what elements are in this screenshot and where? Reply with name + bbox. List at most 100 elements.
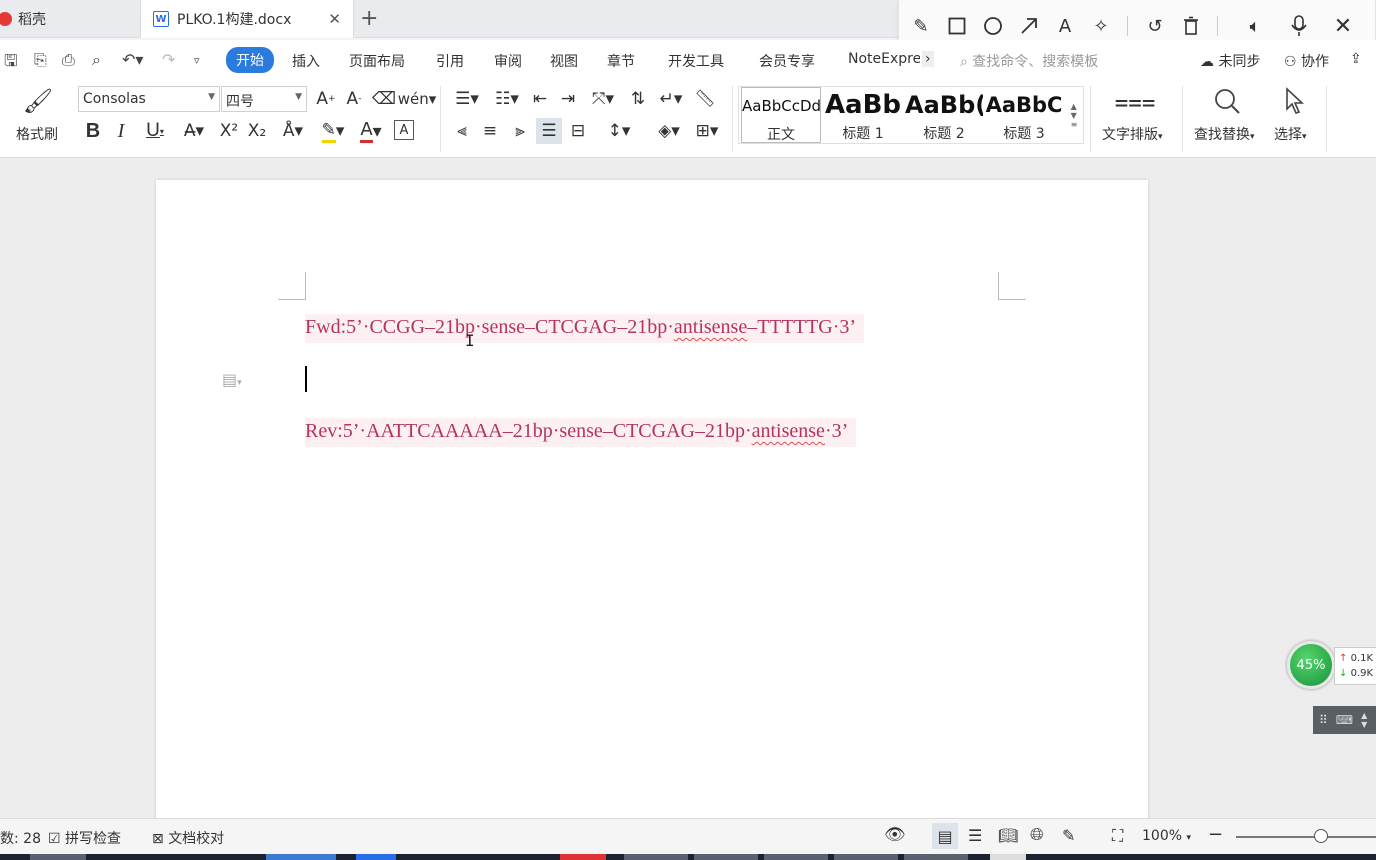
numbered-list-icon[interactable]: ☷▾ <box>490 88 524 110</box>
phonetic-guide-icon[interactable]: wén▾ <box>398 88 437 110</box>
font-color-icon[interactable]: A ▾ <box>354 118 388 144</box>
format-painter-icon[interactable]: 🖌︎ <box>23 86 53 116</box>
find-replace-button[interactable]: 查找替换▾ <box>1194 124 1255 144</box>
print-icon[interactable]: ⎙ <box>62 50 75 70</box>
select-button[interactable]: 选择▾ <box>1274 124 1307 144</box>
document-page[interactable]: Fwd:5’·CCGG–21bp·sense–CTCGAG–21bp·antis… <box>156 180 1148 820</box>
menu-home[interactable]: 开始 <box>226 47 274 73</box>
text-tool-icon[interactable]: A <box>1053 14 1077 38</box>
character-border-icon[interactable]: A <box>394 120 414 140</box>
menu-noteexpress[interactable]: NoteExpre <box>848 51 920 67</box>
underline-button[interactable]: U ▾ <box>138 118 172 144</box>
undo-icon[interactable]: ↺ <box>1143 14 1167 38</box>
line-spacing-icon[interactable]: ↕▾ <box>602 118 636 144</box>
align-center-icon[interactable]: ≡ <box>478 118 502 144</box>
keyboard-icon[interactable]: ⌨ <box>1336 713 1353 727</box>
page-view-icon[interactable]: ▤ <box>932 823 958 849</box>
save-icon[interactable]: 🖫︎ <box>4 50 18 77</box>
menu-page-layout[interactable]: 页面布局 <box>349 51 405 71</box>
cursor-arrow-icon[interactable] <box>1282 86 1308 116</box>
pencil-icon[interactable]: ✎ <box>909 14 933 38</box>
shading-icon[interactable]: ◈▾ <box>652 118 686 144</box>
tab-document[interactable]: W PLKO.1构建.docx ✕ <box>140 0 354 38</box>
cpu-gauge[interactable]: 45% <box>1287 641 1335 689</box>
bold-button[interactable]: B <box>82 118 104 144</box>
menu-review[interactable]: 审阅 <box>494 51 522 71</box>
zoom-level[interactable]: 100% ▾ <box>1142 828 1191 844</box>
font-size-select[interactable]: 四号 ▼ <box>221 86 307 112</box>
close-tab-icon[interactable]: ✕ <box>328 10 341 28</box>
eye-protection-icon[interactable]: 👁︎ <box>884 825 906 845</box>
text-layout-icon[interactable]: ⩶ <box>1114 86 1155 116</box>
sort-icon[interactable]: ⇅ <box>626 88 650 110</box>
decrease-indent-icon[interactable]: ⇤ <box>528 88 552 110</box>
format-painter-button[interactable]: 格式刷 <box>16 124 58 144</box>
distributed-align-icon[interactable]: ⊟ <box>566 118 590 144</box>
menu-developer[interactable]: 开发工具 <box>668 51 724 71</box>
style-heading-2[interactable]: AaBb( 标题 2 <box>905 87 983 143</box>
quick-access-dropdown-icon[interactable]: ▿ <box>194 54 200 67</box>
menu-scroll-right-icon[interactable]: › <box>922 51 934 67</box>
align-left-icon[interactable]: ⫷ <box>450 118 474 144</box>
share-icon[interactable]: ⇪ <box>1350 51 1362 67</box>
increase-indent-icon[interactable]: ⇥ <box>556 88 580 110</box>
spell-check-button[interactable]: ☑ 拼写检查 <box>48 828 121 848</box>
rev-primer-line[interactable]: Rev:5’·AATTCAAAAA–21bp·sense–CTCGAG–21bp… <box>305 418 857 447</box>
write-view-icon[interactable]: ✎ <box>1062 826 1075 845</box>
style-heading-1[interactable]: AaBb 标题 1 <box>823 87 903 143</box>
arrow-icon[interactable] <box>1017 14 1041 38</box>
style-gallery-scroll-icon[interactable]: ▲ ▼ ≡ <box>1067 89 1081 141</box>
superscript-icon[interactable]: X² <box>216 118 242 144</box>
collaborate-button[interactable]: ⚇ 协作 <box>1284 51 1329 71</box>
print-preview-icon[interactable]: ⌕ <box>92 50 101 70</box>
bullet-list-icon[interactable]: ☰▾ <box>450 88 484 110</box>
style-heading-3[interactable]: AaBbC 标题 3 <box>985 87 1063 143</box>
web-view-icon[interactable]: 🌐︎ <box>1030 825 1044 845</box>
ruler-icon[interactable]: 📏︎ <box>692 88 718 110</box>
style-normal[interactable]: AaBbCcDd 正文 <box>741 87 821 143</box>
subscript-icon[interactable]: X₂ <box>244 118 270 144</box>
clear-format-icon[interactable]: ⌫ <box>372 88 396 110</box>
paragraph-handle-icon[interactable]: ▤▾ <box>222 370 242 389</box>
strikethrough-icon[interactable]: A̶▾ <box>178 118 210 144</box>
ime-menu-icon[interactable]: ▲ ▼ <box>1361 711 1367 729</box>
add-tab-icon[interactable]: + <box>360 6 378 31</box>
tab-docer[interactable]: 稻壳 <box>0 0 138 38</box>
fwd-primer-line[interactable]: Fwd:5’·CCGG–21bp·sense–CTCGAG–21bp·antis… <box>305 314 865 343</box>
export-pdf-icon[interactable]: ⎘ <box>34 50 47 70</box>
microphone-icon[interactable] <box>1287 14 1311 38</box>
menu-references[interactable]: 引用 <box>436 51 464 71</box>
justify-icon[interactable]: ☰ <box>536 118 562 144</box>
magnifier-icon[interactable] <box>1210 86 1244 116</box>
show-hide-marks-icon[interactable]: ↵▾ <box>654 88 688 110</box>
reading-view-icon[interactable]: 📖︎ <box>998 826 1018 845</box>
outline-view-icon[interactable]: ☰ <box>968 826 982 845</box>
menu-view[interactable]: 视图 <box>550 51 578 71</box>
borders-icon[interactable]: ⊞▾ <box>690 118 724 144</box>
zoom-out-icon[interactable]: − <box>1208 824 1223 845</box>
undo-icon[interactable]: ↶▾ <box>122 50 143 69</box>
align-right-icon[interactable]: ⫸ <box>508 118 532 144</box>
italic-button[interactable]: I <box>110 118 132 144</box>
shrink-font-icon[interactable]: A- <box>342 88 366 110</box>
menu-insert[interactable]: 插入 <box>292 51 320 71</box>
highlight-icon[interactable]: ✎ ▾ <box>316 118 350 144</box>
zoom-slider[interactable] <box>1236 836 1376 838</box>
font-name-select[interactable]: Consolas ▼ <box>78 86 220 112</box>
menu-chapter[interactable]: 章节 <box>607 51 635 71</box>
text-effect-icon[interactable]: Å▾ <box>276 118 310 144</box>
rectangle-icon[interactable] <box>945 14 969 38</box>
ime-toolbar[interactable]: ⠿ ⌨ ▲ ▼ <box>1313 706 1376 734</box>
word-count[interactable]: 数: 28 <box>0 828 41 848</box>
command-search[interactable]: ⌕ 查找命令、搜索模板 <box>960 51 1098 71</box>
menu-member[interactable]: 会员专享 <box>759 51 815 71</box>
sync-status[interactable]: ☁ 未同步 <box>1200 51 1260 71</box>
fit-page-icon[interactable]: ⛶ <box>1112 826 1123 846</box>
close-icon[interactable]: ✕ <box>1331 14 1355 39</box>
trash-icon[interactable] <box>1179 14 1203 38</box>
redo-icon[interactable]: ↷ <box>162 50 175 69</box>
circle-icon[interactable] <box>981 14 1005 38</box>
text-layout-button[interactable]: 文字排版▾ <box>1102 124 1163 144</box>
grid-icon[interactable]: ⠿ <box>1319 713 1328 727</box>
grow-font-icon[interactable]: A + <box>314 88 338 110</box>
